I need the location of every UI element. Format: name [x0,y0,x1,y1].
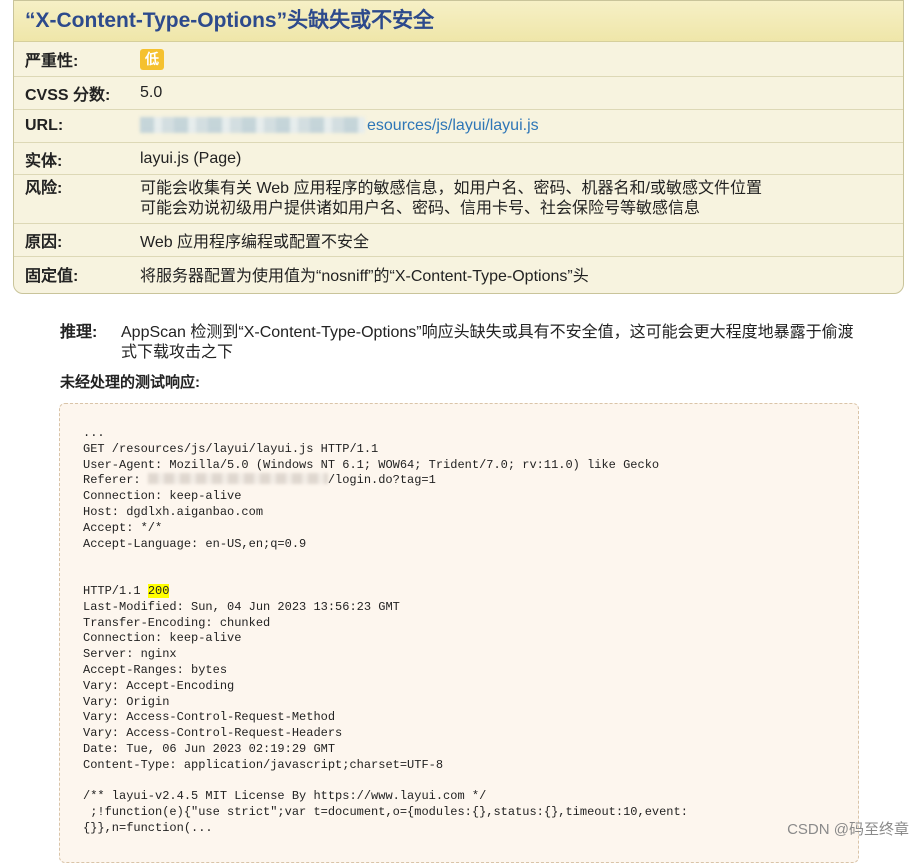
redacted-referer [147,473,328,485]
url-link[interactable]: esources/js/layui/layui.js [367,117,539,134]
response-header-line: Vary: Origin [83,694,170,709]
status-code-highlight: 200 [147,583,170,598]
raw-response-code: ... GET /resources/js/layui/layui.js HTT… [83,426,688,837]
url-row: URL: esources/js/layui/layui.js [14,110,903,143]
connection-line: Connection: keep-alive [83,489,242,504]
response-header-line: Vary: Accept-Encoding [83,678,235,693]
vulnerability-card: “X-Content-Type-Options”头缺失或不安全 严重性: 低 C… [13,0,904,294]
entity-value: layui.js (Page) [140,149,242,167]
user-agent-line: User-Agent: Mozilla/5.0 (Windows NT 6.1;… [83,457,660,472]
host-line: Host: dgdlxh.aiganbao.com [83,504,264,519]
issue-title: “X-Content-Type-Options”头缺失或不安全 [14,1,903,42]
redacted-host [140,117,365,133]
entity-label: 实体: [25,152,63,170]
severity-label: 严重性: [25,53,79,70]
request-line: GET /resources/js/layui/layui.js HTTP/1.… [83,441,379,456]
risk-line-2: 可能会劝说初级用户提供诸如用户名、密码、信用卡号、社会保险号等敏感信息 [140,200,701,217]
response-header-line: Date: Tue, 06 Jun 2023 02:19:29 GMT [83,741,336,756]
response-header-line: Transfer-Encoding: chunked [83,615,271,630]
body-line: ;!function(e){"use strict";var t=documen… [83,805,688,820]
watermark: CSDN @码至终章 [787,821,909,838]
risk-row: 风险: 可能会收集有关 Web 应用程序的敏感信息，如用户名、密码、机器名和/或… [14,175,903,224]
response-header-line: Connection: keep-alive [83,631,242,646]
severity-row: 严重性: 低 [14,42,903,77]
status-prefix: HTTP/1.1 [83,583,148,598]
entity-row: 实体: layui.js (Page) [14,143,903,175]
cvss-value: 5.0 [140,84,163,101]
cvss-row: CVSS 分数: 5.0 [14,77,903,110]
url-label: URL: [25,117,64,134]
cause-row: 原因: Web 应用程序编程或配置不安全 [14,224,903,257]
body-line: /** layui-v2.4.5 MIT License By https://… [83,789,487,804]
cause-value: Web 应用程序编程或配置不安全 [140,234,370,251]
reasoning-text: AppScan 检测到“X-Content-Type-Options”响应头缺失… [121,324,854,361]
response-header-line: Vary: Access-Control-Request-Headers [83,726,343,741]
code-ellipsis: ... [83,426,105,440]
reasoning-label: 推理: [60,324,98,341]
response-header-line: Content-Type: application/javascript;cha… [83,757,444,772]
risk-label: 风险: [25,180,63,197]
raw-response-label: 未经处理的测试响应: [60,374,200,391]
risk-line-1: 可能会收集有关 Web 应用程序的敏感信息，如用户名、密码、机器名和/或敏感文件… [140,180,762,197]
referer-suffix: /login.do?tag=1 [327,473,436,488]
reasoning: 推理: AppScan 检测到“X-Content-Type-Options”响… [60,323,860,363]
cvss-label: CVSS 分数: [25,87,111,104]
body-line: {}},n=function(... [83,820,213,835]
referer-prefix: Referer: [83,473,148,488]
cause-label: 原因: [25,234,63,251]
response-header-line: Server: nginx [83,647,177,662]
raw-response-box: ... GET /resources/js/layui/layui.js HTT… [59,403,859,863]
response-header-line: Vary: Access-Control-Request-Method [83,710,336,725]
severity-badge: 低 [140,48,164,70]
response-header-line: Accept-Ranges: bytes [83,662,228,677]
accept-language-line: Accept-Language: en-US,en;q=0.9 [83,536,307,551]
fix-label: 固定值: [25,267,79,285]
accept-line: Accept: */* [83,520,163,535]
response-header-line: Last-Modified: Sun, 04 Jun 2023 13:56:23… [83,599,400,614]
fix-row: 固定值: 将服务器配置为使用值为“nosniff”的“X-Content-Typ… [14,257,903,290]
fix-value: 将服务器配置为使用值为“nosniff”的“X-Content-Type-Opt… [140,267,589,285]
